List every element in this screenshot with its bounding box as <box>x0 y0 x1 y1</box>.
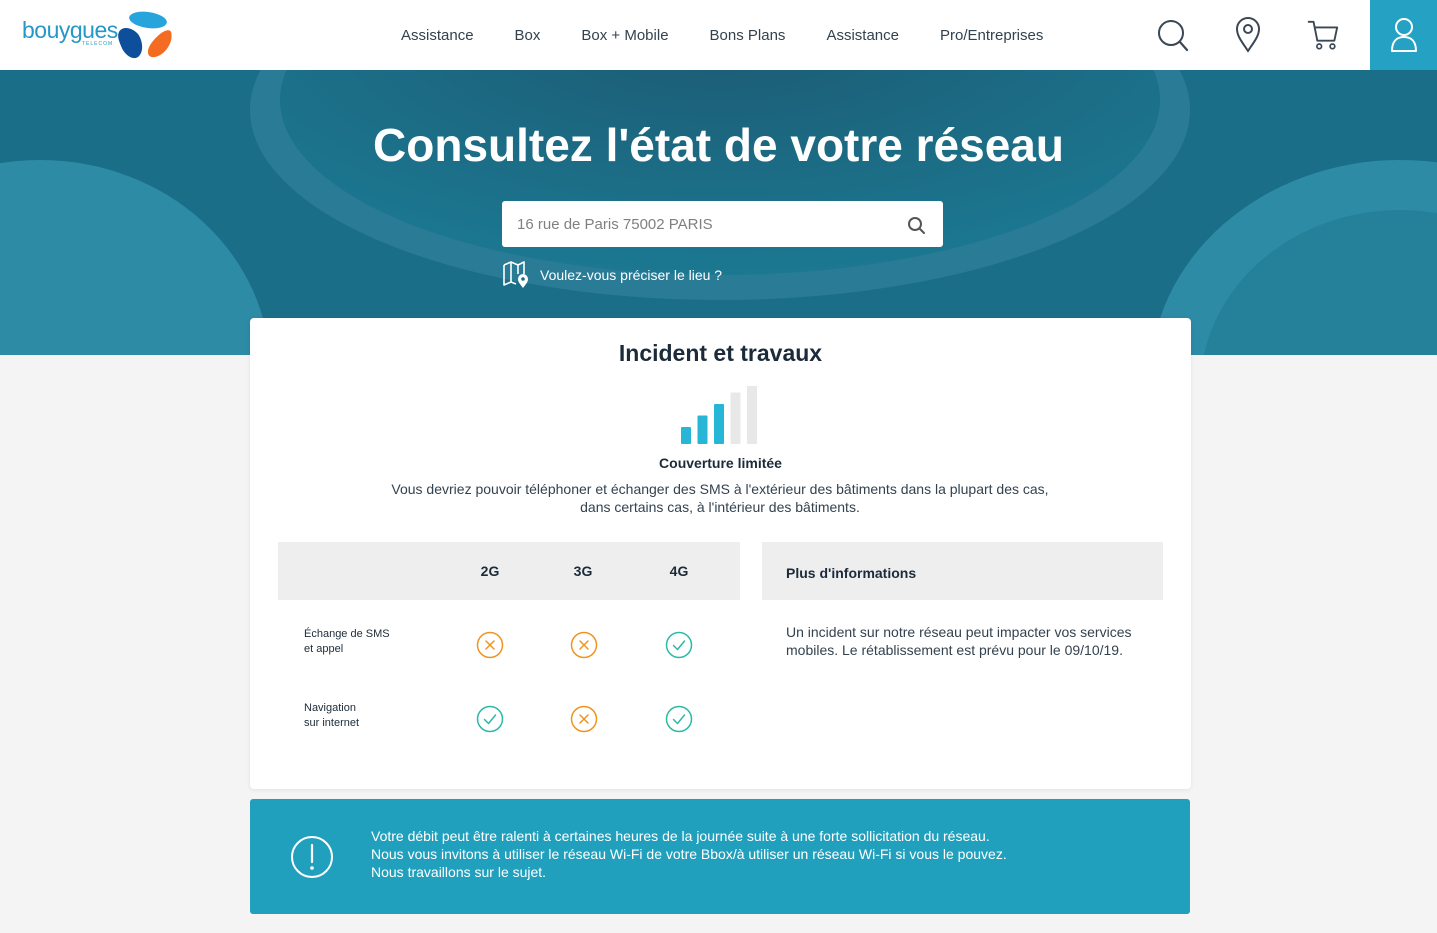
alert-line-3: Nous travaillons sur le sujet. <box>371 864 547 880</box>
col-2g: 2G <box>480 563 500 579</box>
cart-icon[interactable] <box>1306 17 1340 53</box>
alert-message: Votre débit peut être ralenti à certaine… <box>371 827 1131 881</box>
coverage-description: Vous devriez pouvoir téléphoner et échan… <box>370 480 1070 516</box>
row-label-sms-line1: Échange de SMS <box>304 628 390 640</box>
alert-line-2: Nous vous invitons à utiliser le réseau … <box>371 846 1007 862</box>
check-circle-icon <box>665 631 693 659</box>
nav-bons-plans[interactable]: Bons Plans <box>710 27 786 44</box>
alert-line-1: Votre débit peut être ralenti à certaine… <box>371 828 990 844</box>
logo-mark-icon <box>118 11 172 59</box>
info-text: Un incident sur notre réseau peut impact… <box>786 624 1132 658</box>
coverage-description-line2: dans certains cas, à l'intérieur des bât… <box>580 499 860 515</box>
signal-bar <box>714 404 724 444</box>
info-header: Plus d'informations <box>762 542 1163 600</box>
col-4g: 4G <box>669 563 689 579</box>
row-label-internet-line1: Navigation <box>304 702 356 714</box>
user-icon <box>1391 18 1417 52</box>
coverage-description-line1: Vous devriez pouvoir téléphoner et échan… <box>391 481 1049 497</box>
network-alert-banner: Votre débit peut être ralenti à certaine… <box>250 799 1190 914</box>
site-header: bouygues TELECOM Assistance Box Box + Mo… <box>0 0 1437 70</box>
info-title: Plus d'informations <box>786 565 917 581</box>
incident-card: Incident et travaux Couverture limitée V… <box>250 318 1191 789</box>
map-pin-icon <box>503 261 528 288</box>
logo-wordmark: bouygues <box>22 17 118 43</box>
network-table-header: 2G 3G 4G <box>278 542 740 600</box>
cross-circle-icon <box>570 705 598 733</box>
nav-pro-entreprises[interactable]: Pro/Entreprises <box>940 27 1043 44</box>
check-circle-icon <box>476 705 504 733</box>
signal-strength-icon <box>681 386 757 444</box>
nav-box-mobile[interactable]: Box + Mobile <box>581 27 668 44</box>
row-label-internet-line2: sur internet <box>304 717 360 729</box>
incident-title: Incident et travaux <box>618 340 823 366</box>
main-nav: Assistance Box Box + Mobile Bons Plans A… <box>401 0 1084 70</box>
cross-circle-icon <box>476 631 504 659</box>
account-button[interactable] <box>1370 0 1437 70</box>
row-label-internet: Navigation sur internet <box>304 701 414 731</box>
hero-banner: Consultez l'état de votre réseau Voulez-… <box>0 70 1437 355</box>
search-button-icon[interactable] <box>906 215 928 237</box>
check-circle-icon <box>665 705 693 733</box>
precise-location-label: Voulez-vous préciser le lieu ? <box>540 267 723 283</box>
signal-bar <box>697 415 708 444</box>
signal-bar <box>681 427 691 444</box>
search-icon[interactable] <box>1156 17 1190 53</box>
coverage-label: Couverture limitée <box>659 455 782 471</box>
nav-box[interactable]: Box <box>515 27 541 44</box>
signal-bar <box>747 386 757 444</box>
signal-bar <box>730 392 741 444</box>
precise-location-link[interactable]: Voulez-vous préciser le lieu ? <box>502 260 722 290</box>
address-search-input[interactable] <box>502 201 943 247</box>
row-label-sms-line2: et appel <box>304 643 344 655</box>
page-title: Consultez l'état de votre réseau <box>373 119 1064 171</box>
nav-assistance[interactable]: Assistance <box>401 27 474 44</box>
logo-subtext: TELECOM <box>82 41 114 47</box>
location-pin-icon[interactable] <box>1231 17 1265 53</box>
nav-assistance-2[interactable]: Assistance <box>826 27 899 44</box>
cross-circle-icon <box>570 631 598 659</box>
row-label-sms: Échange de SMS et appel <box>304 627 414 657</box>
col-3g: 3G <box>573 563 593 579</box>
bouygues-logo[interactable]: bouygues TELECOM <box>22 10 177 62</box>
exclamation-icon <box>291 836 333 878</box>
